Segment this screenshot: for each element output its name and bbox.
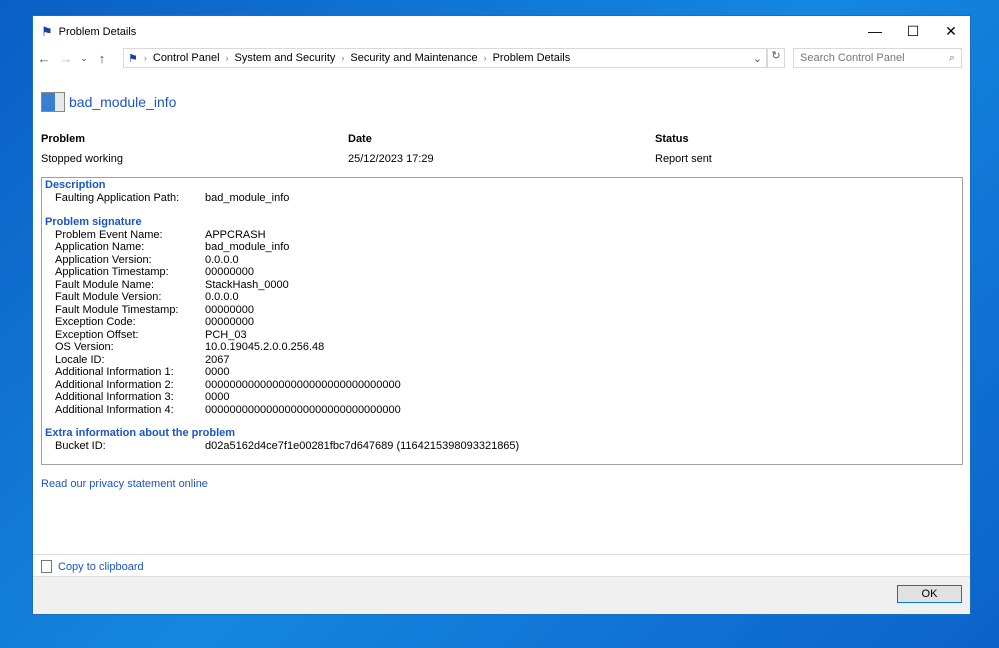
detail-value: 0.0.0.0: [205, 291, 239, 303]
navigation-bar: ← → ⌄ ↑ ⚑ › Control Panel › System and Se…: [33, 47, 970, 70]
detail-label: Additional Information 4:: [55, 403, 174, 416]
detail-value: 00000000: [205, 303, 254, 316]
refresh-button[interactable]: ↻: [767, 48, 785, 68]
search-input[interactable]: Search Control Panel ⌕: [793, 48, 962, 68]
address-bar[interactable]: ⚑ › Control Panel › System and Security › …: [123, 48, 767, 68]
detail-label: OS Version:: [55, 341, 114, 353]
detail-row: Additional Information 4: 000000000000000…: [45, 404, 959, 417]
detail-value: bad_module_info: [205, 241, 290, 253]
detail-label: Application Version:: [55, 253, 152, 266]
detail-row: Fault Module Timestamp: 00000000: [45, 304, 959, 317]
signature-title: Problem signature: [45, 215, 142, 228]
detail-value: 2067: [205, 353, 230, 366]
details-box: Description Faulting Application Path: ba…: [41, 177, 963, 465]
detail-value: 00000000000000000000000000000000: [205, 403, 401, 416]
problem-details-window: ⚑ Problem Details — ☐ ✕ ← → ⌄ ↑ ⚑ › Cont…: [32, 15, 971, 615]
clipboard-icon: [41, 560, 52, 573]
chevron-down-icon[interactable]: ⌄: [753, 52, 762, 65]
detail-value: StackHash_0000: [205, 278, 289, 291]
detail-row: Additional Information 2: 000000000000000…: [45, 379, 959, 392]
problem-header: Problem: [41, 133, 86, 145]
detail-label: Faulting Application Path:: [55, 192, 180, 204]
breadcrumb-security-maintenance[interactable]: Security and Maintenance: [350, 52, 477, 64]
detail-label: Additional Information 1:: [55, 366, 174, 378]
application-icon: [41, 92, 65, 112]
copy-link[interactable]: Copy to clipboard: [58, 561, 144, 573]
search-placeholder: Search Control Panel: [800, 52, 905, 64]
status-header: Status: [655, 133, 689, 145]
ok-button[interactable]: OK: [897, 585, 962, 603]
detail-value: APPCRASH: [205, 228, 266, 241]
detail-label: Application Timestamp:: [55, 266, 169, 278]
breadcrumb-problem-details[interactable]: Problem Details: [493, 52, 571, 64]
detail-label: Fault Module Timestamp:: [55, 303, 179, 316]
date-value: 25/12/2023 17:29: [348, 153, 434, 165]
detail-value: 0000: [205, 366, 230, 378]
window-title: Problem Details: [58, 25, 137, 38]
detail-label: Application Name:: [55, 241, 145, 253]
detail-row: Application Name: bad_module_info: [45, 241, 959, 254]
detail-value: 10.0.19045.2.0.0.256.48: [205, 341, 325, 353]
detail-label: Exception Offset:: [55, 328, 139, 341]
flag-icon: ⚑: [41, 23, 53, 39]
up-button[interactable]: ↑: [91, 51, 113, 66]
flag-icon: ⚑: [128, 52, 138, 65]
detail-value: 0.0.0.0: [205, 253, 239, 266]
divider: [33, 554, 970, 555]
description-title: Description: [45, 179, 106, 191]
detail-value: d02a5162d4ce7f1e00281fbc7d647689 (116421…: [205, 440, 520, 452]
detail-row: Exception Offset: PCH_03: [45, 329, 959, 342]
detail-label: Bucket ID:: [55, 440, 106, 452]
search-icon: ⌕: [948, 52, 955, 64]
back-button[interactable]: ←: [33, 51, 55, 66]
detail-label: Additional Information 3:: [55, 391, 174, 403]
detail-label: Exception Code:: [55, 316, 136, 328]
detail-row: Bucket ID: d02a5162d4ce7f1e00281fbc7d6476…: [45, 440, 959, 453]
app-header: bad_module_info: [41, 92, 176, 112]
detail-row: Problem Event Name: APPCRASH: [45, 229, 959, 242]
problem-value: Stopped working: [41, 153, 123, 165]
copy-to-clipboard[interactable]: Copy to clipboard: [41, 560, 144, 573]
detail-label: Additional Information 2:: [55, 378, 174, 391]
detail-row: Fault Module Name: StackHash_0000: [45, 279, 959, 292]
detail-label: Locale ID:: [55, 353, 105, 366]
extra-title: Extra information about the problem: [45, 427, 236, 439]
app-name: bad_module_info: [69, 94, 177, 110]
detail-value: PCH_03: [205, 328, 247, 341]
detail-row: Additional Information 3: 0000: [45, 391, 959, 404]
privacy-link[interactable]: Read our privacy statement online: [41, 478, 208, 490]
detail-row: OS Version: 10.0.19045.2.0.0.256.48: [45, 341, 959, 354]
detail-row: Exception Code: 00000000: [45, 316, 959, 329]
breadcrumb-control-panel[interactable]: Control Panel: [153, 52, 220, 64]
date-header: Date: [348, 133, 372, 145]
minimize-button[interactable]: —: [856, 16, 894, 46]
detail-row: Locale ID: 2067: [45, 354, 959, 367]
detail-row: Additional Information 1: 0000: [45, 366, 959, 379]
detail-label: Fault Module Version:: [55, 291, 162, 303]
forward-button[interactable]: →: [55, 51, 77, 66]
maximize-button[interactable]: ☐: [894, 16, 932, 46]
breadcrumb-system-security[interactable]: System and Security: [235, 52, 336, 64]
detail-row: Application Timestamp: 00000000: [45, 266, 959, 279]
title-bar: ⚑ Problem Details: [33, 16, 970, 47]
detail-value: 00000000000000000000000000000000: [205, 378, 401, 391]
recent-locations-dropdown[interactable]: ⌄: [77, 53, 91, 64]
footer: OK: [33, 576, 970, 614]
detail-label: Problem Event Name:: [55, 228, 163, 241]
detail-value: 00000000: [205, 266, 254, 278]
detail-row: Application Version: 0.0.0.0: [45, 254, 959, 267]
detail-value: 00000000: [205, 316, 254, 328]
detail-row: Faulting Application Path: bad_module_inf…: [45, 192, 959, 205]
close-button[interactable]: ✕: [932, 16, 970, 46]
detail-row: Fault Module Version: 0.0.0.0: [45, 291, 959, 304]
detail-label: Fault Module Name:: [55, 278, 155, 291]
detail-value: bad_module_info: [205, 192, 290, 204]
detail-value: 0000: [205, 391, 230, 403]
status-value: Report sent: [655, 153, 712, 165]
